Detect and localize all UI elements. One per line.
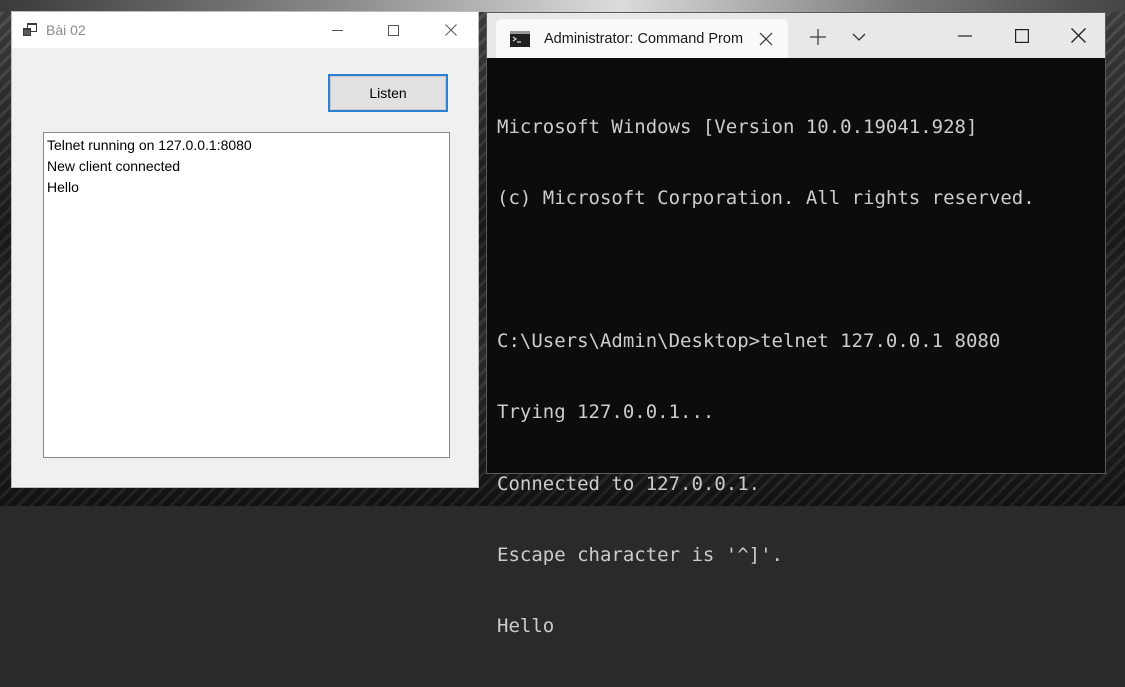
tab-title: Administrator: Command Prom [544,31,744,47]
terminal-tab[interactable]: Administrator: Command Prom [496,19,788,58]
terminal-line: Escape character is '^]'. [497,543,783,566]
form-close-button[interactable] [428,12,474,48]
form-maximize-button[interactable] [370,12,416,48]
maximize-icon [1015,28,1029,43]
form-title: Bài 02 [46,22,86,38]
terminal-window: Administrator: Command Prom Microsoft Wi… [486,12,1106,637]
command-prompt-icon [510,31,530,47]
terminal-line: Hello [497,615,555,638]
log-line: New client connected [47,158,181,174]
listen-button[interactable]: Listen [328,74,448,112]
close-icon[interactable] [759,32,773,46]
terminal-line: (c) Microsoft Corporation. All rights re… [497,186,1035,209]
terminal-line: Connected to 127.0.0.1. [497,472,761,495]
maximize-icon [387,24,399,36]
log-textbox[interactable]: Telnet running on 127.0.0.1:8080 New cli… [43,132,450,458]
terminal-output[interactable]: Microsoft Windows [Version 10.0.19041.92… [497,68,1097,687]
minimize-icon [331,29,343,31]
winforms-app-icon [23,23,37,36]
minimize-icon [958,34,972,37]
terminal-line: Trying 127.0.0.1... [497,401,715,424]
log-line: Telnet running on 127.0.0.1:8080 [47,137,252,153]
terminal-maximize-button[interactable] [999,13,1045,58]
terminal-minimize-button[interactable] [942,13,988,58]
chevron-down-icon[interactable] [851,31,867,43]
plus-icon[interactable] [809,28,827,46]
close-icon [1070,28,1086,43]
log-line: Hello [47,179,79,195]
terminal-titlebar[interactable]: Administrator: Command Prom [487,13,1105,58]
terminal-line: Microsoft Windows [Version 10.0.19041.92… [497,115,978,138]
close-icon [445,24,457,36]
terminal-close-button[interactable] [1055,13,1101,58]
form-titlebar[interactable]: Bài 02 [12,12,478,48]
terminal-line: C:\Users\Admin\Desktop>telnet 127.0.0.1 … [497,329,1001,352]
form-minimize-button[interactable] [314,12,360,48]
listen-button-label: Listen [330,76,446,110]
form-window: Bài 02 Listen Telnet running on 127.0.0.… [11,11,479,488]
